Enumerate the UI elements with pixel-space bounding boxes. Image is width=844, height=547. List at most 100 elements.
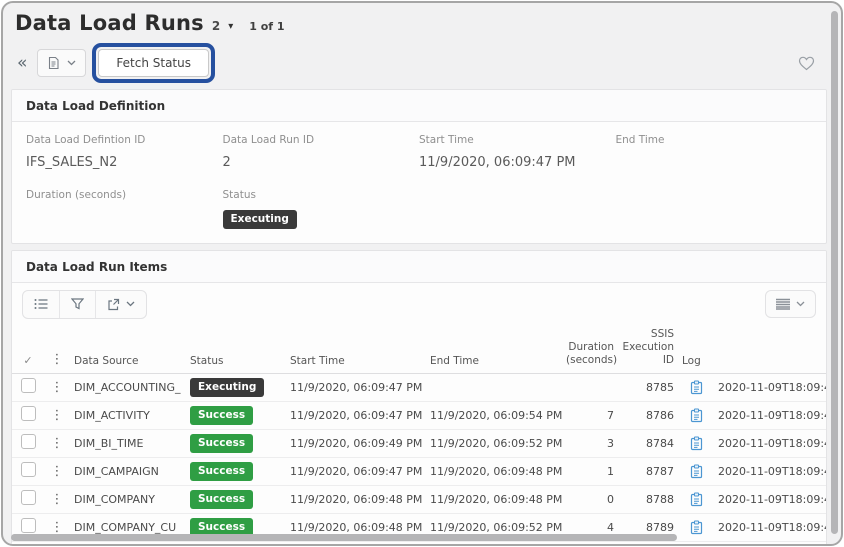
log-icon[interactable]: [690, 380, 703, 395]
table-row[interactable]: ⋮ DIM_COMPANY Success 11/9/2020, 06:09:4…: [12, 485, 826, 513]
definition-card-title: Data Load Definition: [12, 90, 826, 122]
list-view-button[interactable]: [23, 291, 60, 318]
status-badge: Success: [190, 462, 253, 481]
log-icon[interactable]: [690, 436, 703, 451]
field-value: 2: [223, 155, 420, 173]
cell-start-time: 11/9/2020, 06:09:49 PM: [286, 429, 426, 457]
field-value: 11/9/2020, 06:09:47 PM: [419, 155, 616, 173]
row-kebab-menu-icon[interactable]: ⋮: [44, 401, 70, 429]
items-toolbar: [12, 283, 826, 325]
cell-status: Success: [186, 485, 286, 513]
col-log-text: [714, 325, 826, 374]
items-card-title: Data Load Run Items: [12, 251, 826, 283]
cell-duration: 3: [562, 429, 618, 457]
cell-ssis-execution-id: 8788: [618, 485, 678, 513]
cell-log: [678, 485, 714, 513]
main-toolbar: « Fetch Status: [15, 43, 829, 83]
table-row[interactable]: ⋮ DIM_CONDITION_CO Success 11/9/2020, 06…: [12, 541, 826, 546]
cell-duration: 0: [562, 485, 618, 513]
field-duration: Duration (seconds): [26, 189, 223, 229]
row-kebab-menu-icon[interactable]: ⋮: [44, 457, 70, 485]
field-value: IFS_SALES_N2: [26, 155, 223, 173]
vertical-scrollbar[interactable]: [831, 11, 838, 534]
kebab-menu-icon[interactable]: ⋮: [44, 325, 70, 374]
cell-data-source: DIM_ACCOUNTING_: [70, 373, 186, 401]
row-checkbox[interactable]: [21, 434, 36, 449]
cell-duration: 0: [562, 541, 618, 546]
annotation-highlight: Fetch Status: [92, 43, 215, 83]
row-checkbox[interactable]: [21, 462, 36, 477]
cell-end-time: 11/9/2020, 06:09:48 PM: [426, 541, 562, 546]
chevron-down-icon: [796, 301, 805, 307]
fetch-status-button[interactable]: Fetch Status: [98, 49, 209, 77]
app-window: Data Load Runs 2 ▾ 1 of 1 « Fetch Status: [1, 1, 843, 546]
row-kebab-menu-icon[interactable]: ⋮: [44, 429, 70, 457]
page-title: Data Load Runs: [15, 11, 204, 35]
log-icon[interactable]: [690, 492, 703, 507]
status-badge: Success: [190, 434, 253, 453]
field-label: Status: [223, 189, 420, 201]
col-status[interactable]: Status: [186, 325, 286, 374]
col-start-time[interactable]: Start Time: [286, 325, 426, 374]
cell-start-time: 11/9/2020, 06:09:47 PM: [286, 401, 426, 429]
chevron-down-icon: [67, 60, 76, 66]
field-label: Duration (seconds): [26, 189, 223, 201]
collapse-panel-icon[interactable]: «: [15, 53, 33, 73]
log-icon[interactable]: [690, 408, 703, 423]
row-checkbox[interactable]: [21, 378, 36, 393]
col-ssis-execution-id[interactable]: SSIS Execution ID: [618, 325, 678, 374]
field-status: Status Executing: [223, 189, 420, 229]
table-options-button[interactable]: [765, 290, 816, 318]
table-header-row: ✓ ⋮ Data Source Status Start Time End Ti…: [12, 325, 826, 374]
cell-data-source: DIM_CAMPAIGN: [70, 457, 186, 485]
row-checkbox[interactable]: [21, 518, 36, 533]
cell-start-time: 11/9/2020, 06:09:48 PM: [286, 485, 426, 513]
table-row[interactable]: ⋮ DIM_BI_TIME Success 11/9/2020, 06:09:4…: [12, 429, 826, 457]
col-data-source[interactable]: Data Source: [70, 325, 186, 374]
col-duration[interactable]: Duration (seconds): [562, 325, 618, 374]
cell-status: Success: [186, 401, 286, 429]
cell-status: Success: [186, 457, 286, 485]
status-badge: Success: [190, 490, 253, 509]
cell-status: Executing: [186, 373, 286, 401]
field-label: End Time: [616, 134, 813, 146]
status-badge: Executing: [190, 378, 264, 397]
row-checkbox[interactable]: [21, 490, 36, 505]
cell-start-time: 11/9/2020, 06:09:47 PM: [286, 457, 426, 485]
export-button[interactable]: [96, 291, 146, 318]
log-icon[interactable]: [690, 520, 703, 535]
cell-data-source: DIM_ACTIVITY: [70, 401, 186, 429]
filter-button[interactable]: [60, 291, 96, 318]
row-kebab-menu-icon[interactable]: ⋮: [44, 373, 70, 401]
page-header: Data Load Runs 2 ▾ 1 of 1 « Fetch Status: [3, 3, 841, 83]
favorite-heart-icon[interactable]: [798, 56, 815, 71]
table-row[interactable]: ⋮ DIM_CAMPAIGN Success 11/9/2020, 06:09:…: [12, 457, 826, 485]
data-load-definition-card: Data Load Definition Data Load Defintion…: [11, 89, 827, 244]
table-row[interactable]: ⋮ DIM_ACCOUNTING_ Executing 11/9/2020, 0…: [12, 373, 826, 401]
cell-status: Success: [186, 541, 286, 546]
cell-duration: [562, 373, 618, 401]
data-load-run-items-card: Data Load Run Items: [11, 250, 827, 546]
cell-log: [678, 457, 714, 485]
cell-ssis-execution-id: 8787: [618, 457, 678, 485]
chevron-down-icon: [126, 301, 135, 307]
cell-data-source: DIM_CONDITION_CO: [70, 541, 186, 546]
record-pager: 1 of 1: [249, 20, 284, 33]
cell-data-source: DIM_BI_TIME: [70, 429, 186, 457]
row-checkbox[interactable]: [21, 406, 36, 421]
field-label: Data Load Defintion ID: [26, 134, 223, 146]
table-row[interactable]: ⋮ DIM_ACTIVITY Success 11/9/2020, 06:09:…: [12, 401, 826, 429]
row-kebab-menu-icon[interactable]: ⋮: [44, 485, 70, 513]
cell-end-time: 11/9/2020, 06:09:52 PM: [426, 429, 562, 457]
cell-log-text: 2020-11-09T18:09:47.833: Star: [714, 373, 826, 401]
chevron-down-icon[interactable]: ▾: [228, 21, 233, 32]
cell-log: [678, 429, 714, 457]
horizontal-scrollbar[interactable]: [11, 534, 677, 541]
cell-log-text: 2020-11-09T18:09:48.097: Star: [714, 513, 826, 541]
commands-dropdown-button[interactable]: [37, 49, 86, 77]
row-kebab-menu-icon[interactable]: ⋮: [44, 541, 70, 546]
log-icon[interactable]: [690, 464, 703, 479]
select-all-check-icon[interactable]: ✓: [12, 325, 44, 374]
col-log[interactable]: Log: [678, 325, 714, 374]
col-end-time[interactable]: End Time: [426, 325, 562, 374]
